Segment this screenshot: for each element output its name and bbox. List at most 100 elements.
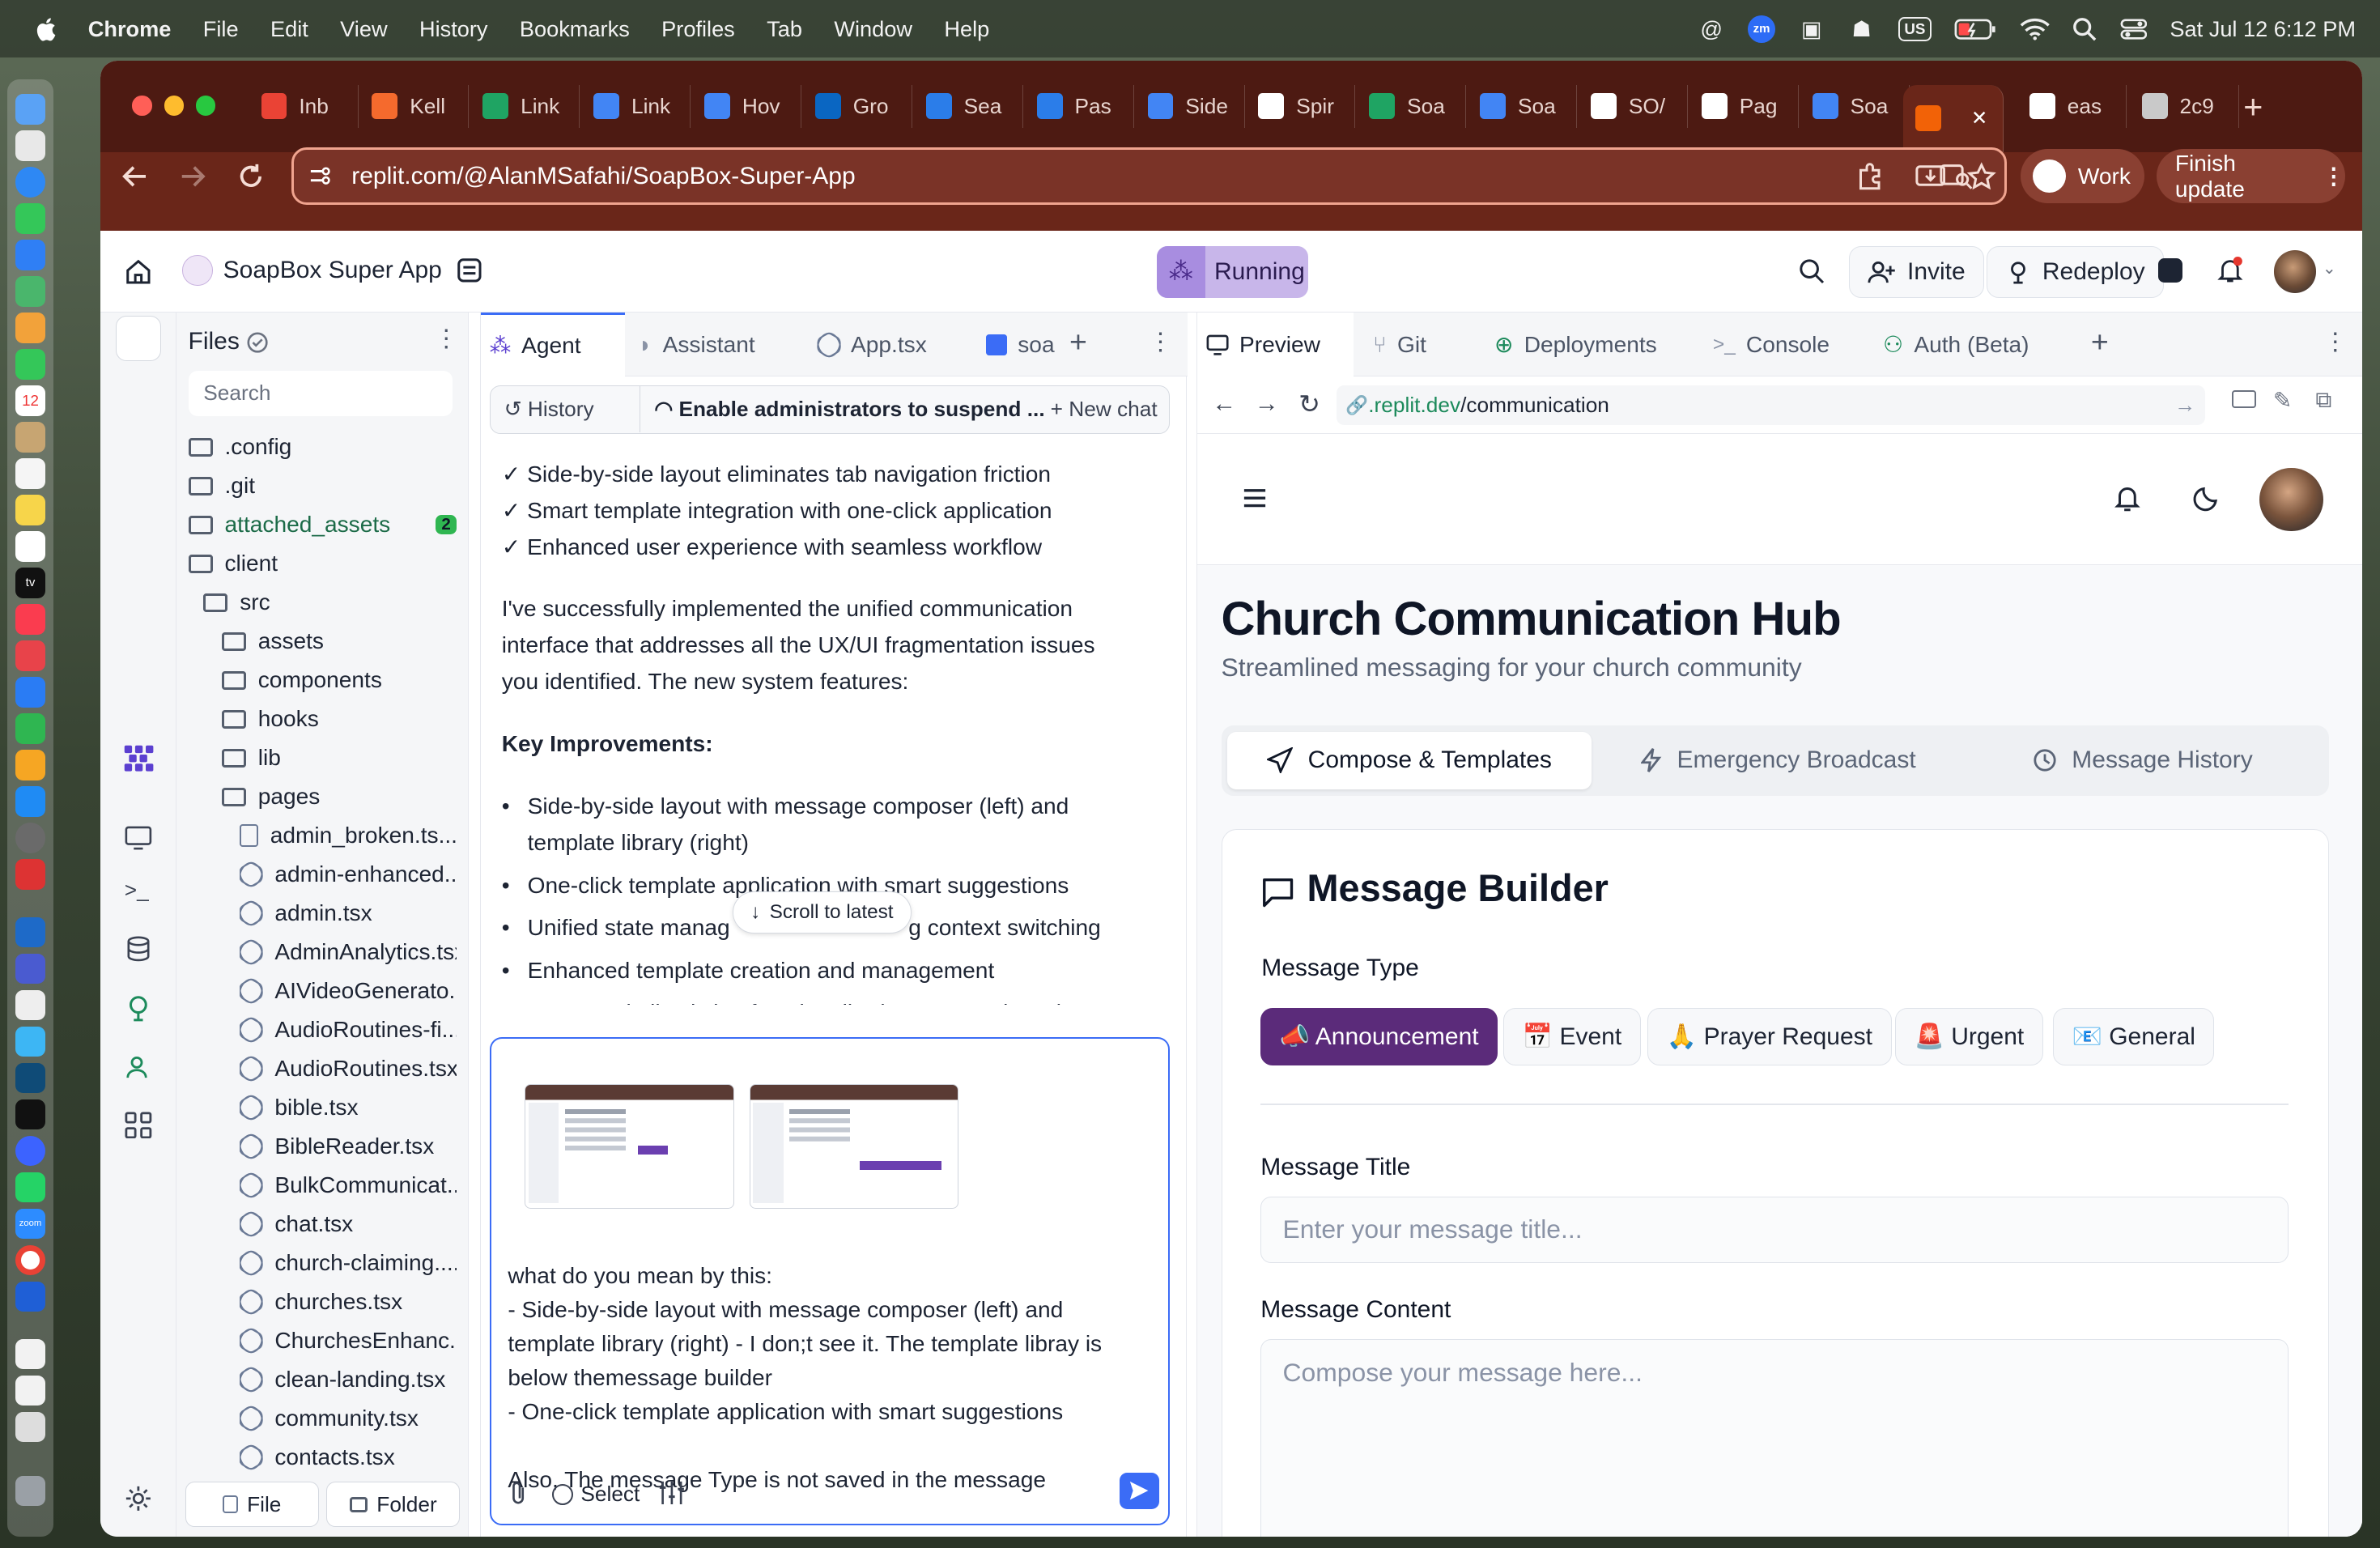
menu-view[interactable]: View — [340, 16, 387, 42]
webview-back-icon[interactable]: ← — [1212, 390, 1236, 418]
file-row[interactable]: AdminAnalytics.tsx — [240, 939, 457, 965]
folder-row[interactable]: components — [221, 667, 457, 693]
trash-icon[interactable] — [15, 1475, 46, 1506]
add-tab-icon[interactable]: + — [2091, 325, 2109, 359]
menu-app-name[interactable]: Chrome — [88, 16, 172, 42]
freeform-icon[interactable] — [15, 531, 46, 562]
site-info-icon[interactable] — [309, 165, 330, 186]
files-tool-icon[interactable] — [115, 316, 161, 362]
file-row[interactable]: AudioRoutines.tsx — [240, 1056, 457, 1082]
minimize-window-icon[interactable] — [164, 96, 184, 116]
file-row[interactable]: chat.tsx — [240, 1211, 457, 1237]
project-name[interactable]: SoapBox Super App — [223, 257, 442, 284]
agent-more-icon[interactable]: ⋮ — [1149, 328, 1173, 356]
menu-history[interactable]: History — [419, 16, 488, 42]
scroll-to-latest-button[interactable]: ↓ Scroll to latest — [732, 891, 912, 934]
tab-auth[interactable]: ⚇ Auth (Beta) — [1883, 313, 2029, 376]
file-row[interactable]: bible.tsx — [240, 1095, 457, 1121]
go-arrow-icon[interactable]: → — [2174, 393, 2195, 418]
new-folder-button[interactable]: Folder — [326, 1482, 461, 1528]
file-row[interactable]: admin.tsx — [240, 900, 457, 926]
folder-row[interactable]: hooks — [221, 706, 457, 732]
browser-tab[interactable]: 2c9 — [2130, 85, 2239, 128]
hamburger-menu-icon[interactable] — [1243, 487, 1267, 508]
folder-row[interactable]: pages — [221, 784, 457, 810]
message-content-textarea[interactable]: Compose your message here... — [1260, 1338, 2289, 1537]
system-settings-icon[interactable] — [15, 823, 46, 853]
invite-button[interactable]: Invite — [1848, 245, 1985, 298]
photos-icon[interactable] — [15, 313, 46, 343]
all-tools-icon[interactable] — [125, 1111, 152, 1139]
menu-window[interactable]: Window — [834, 16, 912, 42]
webview-tool-icon[interactable] — [125, 826, 152, 850]
folder-row[interactable]: assets — [221, 628, 457, 654]
user-avatar[interactable] — [2273, 250, 2317, 293]
menu-edit[interactable]: Edit — [270, 16, 308, 42]
app-icon[interactable] — [15, 1062, 46, 1093]
teams-icon[interactable]: ☗ — [1848, 15, 1876, 43]
project-menu-icon[interactable] — [456, 257, 483, 284]
mail-icon[interactable] — [15, 240, 46, 270]
forward-icon[interactable] — [179, 163, 206, 190]
numbers-icon[interactable] — [15, 713, 46, 744]
browser-tab[interactable]: Kell — [359, 85, 470, 128]
document-icon[interactable] — [15, 1375, 46, 1406]
devtools-wrench-icon[interactable]: ✎ — [2273, 387, 2293, 414]
input-source-indicator[interactable]: US — [1898, 16, 1932, 41]
file-row[interactable]: churches.tsx — [240, 1289, 457, 1315]
file-row[interactable]: AudioRoutines-fi... — [240, 1017, 457, 1043]
attach-paperclip-icon[interactable] — [508, 1480, 529, 1506]
browser-tab[interactable]: Pag — [1689, 85, 1799, 128]
chevron-down-icon[interactable]: ⌄ — [2323, 258, 2336, 279]
tab-console[interactable]: >_ Console — [1713, 313, 1830, 376]
webview-url-input[interactable]: 🔗 .replit.dev /communication → — [1337, 385, 2205, 425]
deployments-tool-icon[interactable] — [125, 994, 152, 1022]
finder-icon[interactable] — [15, 94, 46, 125]
control-center-icon[interactable] — [2120, 17, 2148, 41]
browser-tab[interactable]: eas — [2017, 85, 2127, 128]
wifi-icon[interactable] — [2020, 18, 2051, 40]
tab-git[interactable]: ⑂ Git — [1373, 313, 1426, 376]
run-status-button[interactable]: ⁂ Running — [1156, 245, 1309, 298]
dark-mode-moon-icon[interactable] — [2193, 484, 2221, 512]
file-row[interactable]: clean-landing.tsx — [240, 1367, 457, 1393]
tab-agent[interactable]: ⁂ Agent — [480, 313, 625, 376]
tab-compose-templates[interactable]: Compose & Templates — [1227, 731, 1592, 789]
folder-row[interactable]: lib — [221, 745, 457, 771]
zoom-app-icon[interactable]: zoom — [15, 1208, 46, 1239]
facetime-icon[interactable] — [15, 349, 46, 380]
profile-work-chip[interactable]: Work — [2020, 148, 2145, 204]
browser-tab[interactable]: Sea — [914, 85, 1023, 128]
new-chat-button[interactable]: + New chat — [1051, 397, 1158, 422]
thread-title[interactable]: ◠ Enable administrators to suspend ... — [654, 397, 1044, 422]
file-row[interactable]: BulkCommunicat... — [240, 1172, 457, 1198]
news-icon[interactable] — [15, 640, 46, 671]
redeploy-button[interactable]: Redeploy — [1987, 245, 2165, 298]
notifications-bell-icon[interactable] — [2216, 256, 2244, 284]
type-event-button[interactable]: 📅 Event — [1503, 1008, 1641, 1066]
chrome-dock-icon[interactable] — [15, 1244, 46, 1275]
app-icon[interactable] — [15, 1026, 46, 1057]
browser-tab[interactable]: Soa — [1357, 85, 1467, 128]
notes-icon[interactable] — [15, 495, 46, 525]
zoom-badge-icon[interactable]: zm — [1748, 15, 1775, 43]
menu-file[interactable]: File — [203, 16, 239, 42]
menu-help[interactable]: Help — [944, 16, 989, 42]
maximize-window-icon[interactable] — [195, 96, 216, 116]
word-icon[interactable] — [15, 916, 46, 947]
browser-tab[interactable]: Pas — [1025, 85, 1134, 128]
preview-more-icon[interactable]: ⋮ — [2323, 328, 2348, 356]
message-title-input[interactable]: Enter your message title... — [1260, 1196, 2289, 1263]
select-element-button[interactable]: Select — [551, 1482, 640, 1507]
type-general-button[interactable]: 📧 General — [2053, 1008, 2215, 1066]
browser-tab[interactable]: SO/ — [1579, 85, 1688, 128]
files-search-input[interactable]: Search — [188, 370, 453, 416]
browser-tab[interactable]: Link — [581, 85, 691, 128]
address-bar[interactable]: replit.com/@AlanMSafahi/SoapBox-Super-Ap… — [291, 147, 2007, 206]
launchpad-icon[interactable] — [15, 130, 46, 161]
app-icon[interactable] — [15, 1135, 46, 1166]
type-announcement-button[interactable]: 📣 Announcement — [1260, 1008, 1498, 1066]
file-row[interactable]: ChurchesEnhanc... — [240, 1328, 457, 1354]
apple-tv-icon[interactable]: tv — [15, 568, 46, 598]
spotlight-search-icon[interactable] — [2072, 17, 2097, 41]
